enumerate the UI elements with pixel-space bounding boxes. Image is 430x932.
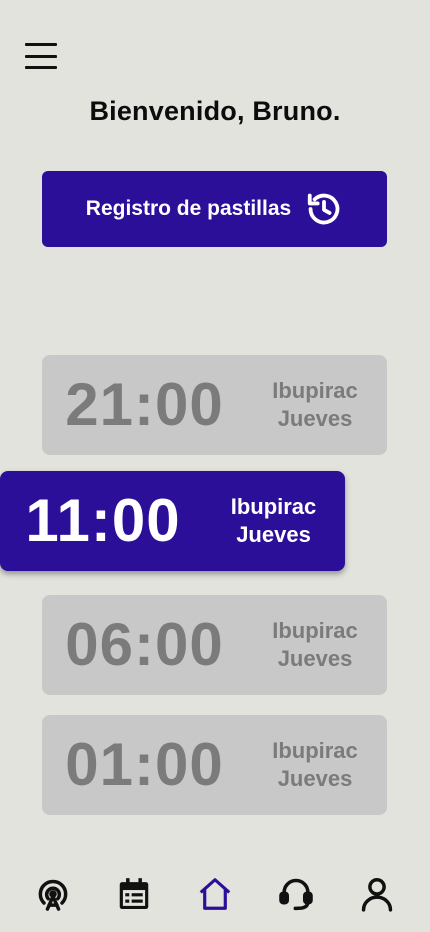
schedule-medicine: Ibupirac — [272, 378, 358, 403]
nav-support[interactable] — [274, 872, 318, 916]
hamburger-icon-line — [25, 54, 57, 58]
bottom-nav — [0, 866, 430, 922]
nav-broadcast[interactable] — [31, 872, 75, 916]
broadcast-icon — [38, 879, 67, 911]
registro-pastillas-button[interactable]: Registro de pastillas — [42, 171, 387, 247]
schedule-day: Jueves — [236, 522, 311, 547]
schedule-time: 21:00 — [65, 371, 224, 438]
schedule-day: Jueves — [277, 766, 353, 791]
history-icon — [308, 193, 340, 225]
greeting-title: Bienvenido, Bruno. — [89, 96, 341, 126]
nav-home[interactable] — [193, 872, 237, 916]
schedule-medicine: Ibupirac — [272, 618, 358, 643]
schedule-time: 11:00 — [25, 487, 181, 554]
nav-calendar[interactable] — [112, 872, 156, 916]
schedule-time: 06:00 — [65, 611, 224, 678]
profile-icon — [362, 878, 393, 912]
schedule-card[interactable]: 21:00 Ibupirac Jueves — [42, 355, 387, 455]
schedule-time: 01:00 — [65, 731, 224, 798]
schedule-card-active[interactable]: 11:00 Ibupirac Jueves — [0, 471, 345, 571]
home-icon — [199, 878, 231, 910]
schedule-card[interactable]: 01:00 Ibupirac Jueves — [42, 715, 387, 815]
schedule-card[interactable]: 06:00 Ibupirac Jueves — [42, 595, 387, 695]
schedule-day: Jueves — [277, 646, 353, 671]
nav-profile[interactable] — [355, 872, 399, 916]
hamburger-icon-line — [25, 43, 57, 46]
menu-button[interactable] — [24, 40, 58, 72]
calendar-icon — [119, 878, 149, 910]
schedule-medicine: Ibupirac — [230, 494, 317, 519]
schedule-day: Jueves — [277, 406, 353, 431]
support-headset-icon — [279, 878, 313, 911]
hamburger-icon-line — [25, 66, 57, 69]
registro-button-label: Registro de pastillas — [85, 197, 292, 220]
schedule-medicine: Ibupirac — [272, 738, 358, 763]
